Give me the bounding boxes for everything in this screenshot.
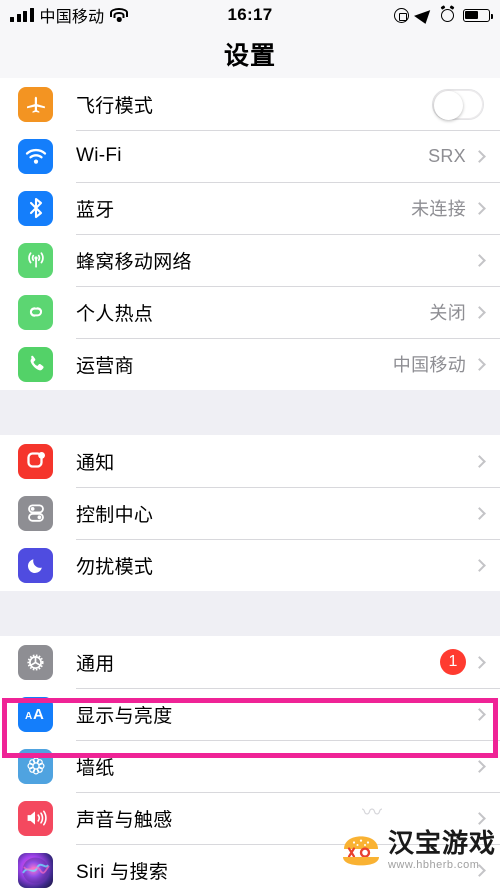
settings-row-cellular[interactable]: 蜂窝移动网络 [0, 234, 500, 286]
airplane-icon [18, 86, 53, 122]
chevron-right-icon [473, 357, 486, 371]
settings-row-label: Siri 与搜索 [76, 861, 169, 883]
display-brightness-aa-icon: A A [18, 696, 53, 732]
chevron-right-icon [473, 305, 486, 319]
settings-row-accessory [473, 558, 500, 572]
settings-screen: 中国移动 16:17 设置 飞行模式 Wi-Fi SRX 蓝牙 未连接 蜂窝移动… [0, 0, 500, 889]
settings-row-accessory: 未连接 [411, 195, 500, 221]
carrier-name-value: 中国移动 [392, 355, 466, 375]
settings-row-accessory: 关闭 [429, 299, 500, 325]
settings-row-accessory [473, 707, 500, 721]
chevron-right-icon [473, 759, 486, 773]
phone-icon [18, 346, 53, 382]
settings-row-label: 勿扰模式 [76, 556, 154, 578]
settings-group-alerts: 通知 控制中心 勿扰模式 [0, 435, 500, 591]
settings-row-accessory [473, 506, 500, 520]
settings-row-wallpaper[interactable]: 墙纸 [0, 740, 500, 792]
control-center-icon [18, 495, 53, 531]
wallpaper-flower-icon [18, 748, 53, 784]
settings-row-label: 个人热点 [76, 303, 154, 325]
bluetooth-status-value: 未连接 [411, 199, 466, 219]
settings-row-do-not-disturb[interactable]: 勿扰模式 [0, 539, 500, 591]
battery-icon [463, 8, 493, 22]
watermark: 汉宝游戏 www.hbherb.com [340, 830, 496, 871]
chevron-right-icon [473, 655, 486, 669]
settings-row-accessory [473, 811, 500, 825]
gear-icon [18, 644, 53, 680]
chevron-right-icon [473, 201, 486, 215]
notifications-icon [18, 443, 53, 479]
chevron-right-icon [473, 454, 486, 468]
settings-row-label: 通用 [76, 653, 115, 675]
settings-row-notifications[interactable]: 通知 [0, 435, 500, 487]
airplane-mode-toggle[interactable] [432, 88, 484, 120]
svg-text:A: A [33, 706, 44, 723]
settings-row-label: 蓝牙 [76, 199, 115, 221]
chevron-right-icon [473, 558, 486, 572]
rotation-lock-icon [394, 7, 409, 23]
sounds-speaker-icon [18, 800, 53, 836]
settings-row-accessory: 中国移动 [393, 351, 500, 377]
watermark-url: www.hbherb.com [387, 859, 480, 871]
chevron-right-icon [473, 811, 486, 825]
settings-row-airplane-mode[interactable]: 飞行模式 [0, 78, 500, 130]
navigation-bar: 设置 [0, 30, 500, 78]
settings-row-label: 通知 [76, 452, 115, 474]
settings-list: 飞行模式 Wi-Fi SRX 蓝牙 未连接 蜂窝移动网络 个人热点 关闭 运营商… [0, 78, 500, 889]
settings-row-label: 控制中心 [76, 504, 154, 526]
settings-row-bluetooth[interactable]: 蓝牙 未连接 [0, 182, 500, 234]
wifi-icon [18, 138, 53, 174]
wifi-network-value: SRX [428, 145, 466, 166]
burger-logo-icon [340, 834, 382, 868]
svg-text:A: A [25, 711, 32, 722]
settings-row-accessory [473, 759, 500, 773]
section-gap [0, 390, 500, 435]
settings-row-wifi[interactable]: Wi-Fi SRX [0, 130, 500, 182]
section-gap [0, 591, 500, 636]
settings-row-label: 蜂窝移动网络 [76, 251, 192, 273]
chevron-right-icon [473, 707, 486, 721]
status-bar: 中国移动 16:17 [0, 0, 500, 30]
chevron-right-icon [473, 506, 486, 520]
settings-row-personal-hotspot[interactable]: 个人热点 关闭 [0, 286, 500, 338]
settings-row-carrier[interactable]: 运营商 中国移动 [0, 338, 500, 390]
settings-row-label: 声音与触感 [76, 809, 173, 831]
settings-row-label: 运营商 [76, 355, 134, 377]
squiggle-artifact: 〰 [362, 802, 382, 824]
watermark-text: 汉宝游戏 www.hbherb.com [388, 830, 496, 871]
settings-row-accessory [466, 253, 500, 267]
settings-row-control-center[interactable]: 控制中心 [0, 487, 500, 539]
settings-row-display-brightness[interactable]: A A 显示与亮度 [0, 688, 500, 740]
settings-row-label: Wi-Fi [76, 145, 122, 166]
settings-row-accessory: 1 [440, 649, 500, 675]
watermark-title: 汉宝游戏 [387, 828, 496, 858]
settings-row-label: 墙纸 [76, 757, 115, 779]
settings-row-accessory [432, 88, 500, 120]
siri-icon [18, 852, 53, 888]
settings-row-general[interactable]: 通用 1 [0, 636, 500, 688]
page-title: 设置 [223, 42, 276, 70]
bluetooth-icon [18, 190, 53, 226]
alarm-clock-icon [441, 8, 454, 22]
settings-row-label: 显示与亮度 [76, 705, 173, 727]
cellular-icon [18, 242, 53, 278]
settings-row-accessory: SRX [428, 146, 500, 167]
chevron-right-icon [473, 253, 486, 267]
do-not-disturb-moon-icon [18, 547, 53, 583]
settings-row-label: 飞行模式 [76, 95, 154, 117]
chevron-right-icon [473, 149, 486, 163]
settings-group-connectivity: 飞行模式 Wi-Fi SRX 蓝牙 未连接 蜂窝移动网络 个人热点 关闭 运营商… [0, 78, 500, 390]
hotspot-icon [18, 294, 53, 330]
status-badge: 1 [440, 649, 466, 675]
hotspot-status-value: 关闭 [429, 303, 466, 323]
settings-row-accessory [473, 454, 500, 468]
